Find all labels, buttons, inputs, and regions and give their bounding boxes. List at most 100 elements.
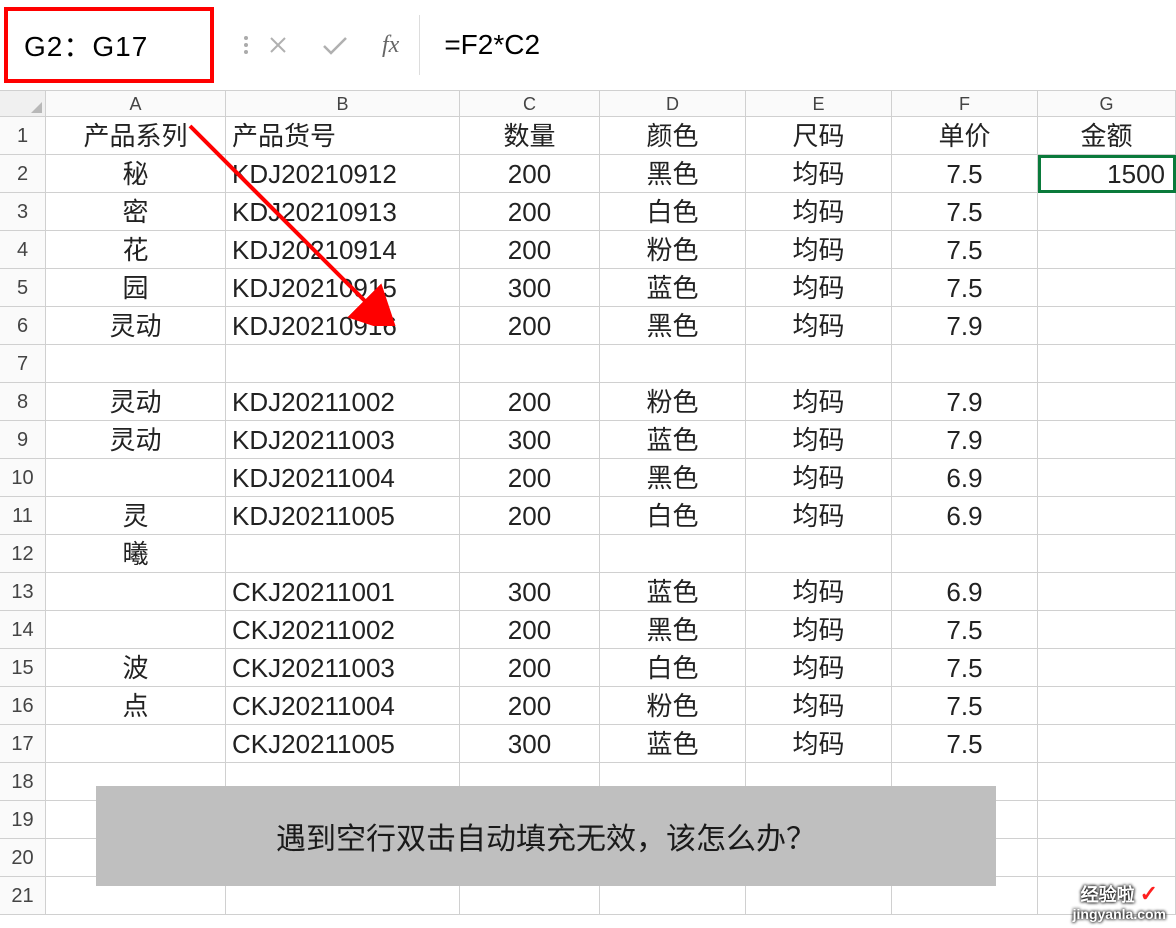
cell-F3[interactable]: 7.5 — [892, 193, 1038, 231]
row-header[interactable]: 20 — [0, 839, 46, 877]
cell-D1[interactable]: 颜色 — [600, 117, 746, 155]
cell-C9[interactable]: 300 — [460, 421, 600, 459]
formula-input[interactable] — [444, 29, 1176, 61]
cell-G19[interactable] — [1038, 801, 1176, 839]
row-header[interactable]: 14 — [0, 611, 46, 649]
cell-D10[interactable]: 黑色 — [600, 459, 746, 497]
cell-A6[interactable]: 灵动 — [46, 307, 226, 345]
cell-A11[interactable]: 灵 — [46, 497, 226, 535]
cell-G18[interactable] — [1038, 763, 1176, 801]
row-header[interactable]: 21 — [0, 877, 46, 915]
cancel-icon[interactable] — [268, 35, 288, 55]
cell-D13[interactable]: 蓝色 — [600, 573, 746, 611]
cell-G14[interactable] — [1038, 611, 1176, 649]
cell-A8[interactable]: 灵动 — [46, 383, 226, 421]
cell-A7[interactable] — [46, 345, 226, 383]
row-header[interactable]: 12 — [0, 535, 46, 573]
row-header[interactable]: 15 — [0, 649, 46, 687]
cell-F11[interactable]: 6.9 — [892, 497, 1038, 535]
cell-F2[interactable]: 7.5 — [892, 155, 1038, 193]
cell-D7[interactable] — [600, 345, 746, 383]
cell-C11[interactable]: 200 — [460, 497, 600, 535]
cell-F9[interactable]: 7.9 — [892, 421, 1038, 459]
cell-F15[interactable]: 7.5 — [892, 649, 1038, 687]
cell-B16[interactable]: CKJ20211004 — [226, 687, 460, 725]
cell-A1[interactable]: 产品系列 — [46, 117, 226, 155]
cell-B5[interactable]: KDJ20210915 — [226, 269, 460, 307]
cell-C1[interactable]: 数量 — [460, 117, 600, 155]
row-header[interactable]: 16 — [0, 687, 46, 725]
cell-F16[interactable]: 7.5 — [892, 687, 1038, 725]
cell-G3[interactable] — [1038, 193, 1176, 231]
cell-B7[interactable] — [226, 345, 460, 383]
cell-A17[interactable] — [46, 725, 226, 763]
cell-D5[interactable]: 蓝色 — [600, 269, 746, 307]
cell-B2[interactable]: KDJ20210912 — [226, 155, 460, 193]
row-header[interactable]: 2 — [0, 155, 46, 193]
cell-A5[interactable]: 园 — [46, 269, 226, 307]
cell-F10[interactable]: 6.9 — [892, 459, 1038, 497]
cell-B11[interactable]: KDJ20211005 — [226, 497, 460, 535]
row-header[interactable]: 13 — [0, 573, 46, 611]
cell-D6[interactable]: 黑色 — [600, 307, 746, 345]
cell-F1[interactable]: 单价 — [892, 117, 1038, 155]
cell-F4[interactable]: 7.5 — [892, 231, 1038, 269]
cell-F14[interactable]: 7.5 — [892, 611, 1038, 649]
row-header[interactable]: 8 — [0, 383, 46, 421]
cell-G11[interactable] — [1038, 497, 1176, 535]
cell-E3[interactable]: 均码 — [746, 193, 892, 231]
cell-F8[interactable]: 7.9 — [892, 383, 1038, 421]
cell-E11[interactable]: 均码 — [746, 497, 892, 535]
cell-B15[interactable]: CKJ20211003 — [226, 649, 460, 687]
cell-A14[interactable] — [46, 611, 226, 649]
cell-B6[interactable]: KDJ20210916 — [226, 307, 460, 345]
cell-G16[interactable] — [1038, 687, 1176, 725]
cell-A16[interactable]: 点 — [46, 687, 226, 725]
cell-B9[interactable]: KDJ20211003 — [226, 421, 460, 459]
cell-C17[interactable]: 300 — [460, 725, 600, 763]
row-header[interactable]: 10 — [0, 459, 46, 497]
cell-E14[interactable]: 均码 — [746, 611, 892, 649]
cell-G7[interactable] — [1038, 345, 1176, 383]
cell-A15[interactable]: 波 — [46, 649, 226, 687]
cell-D14[interactable]: 黑色 — [600, 611, 746, 649]
row-header[interactable]: 4 — [0, 231, 46, 269]
cell-C10[interactable]: 200 — [460, 459, 600, 497]
cell-D3[interactable]: 白色 — [600, 193, 746, 231]
row-header[interactable]: 11 — [0, 497, 46, 535]
cell-E13[interactable]: 均码 — [746, 573, 892, 611]
cell-C15[interactable]: 200 — [460, 649, 600, 687]
cell-C2[interactable]: 200 — [460, 155, 600, 193]
name-box[interactable] — [24, 29, 210, 61]
col-header-E[interactable]: E — [746, 91, 892, 117]
cell-B10[interactable]: KDJ20211004 — [226, 459, 460, 497]
cell-E10[interactable]: 均码 — [746, 459, 892, 497]
cell-G12[interactable] — [1038, 535, 1176, 573]
cell-C5[interactable]: 300 — [460, 269, 600, 307]
cell-D12[interactable] — [600, 535, 746, 573]
cell-F12[interactable] — [892, 535, 1038, 573]
cell-D17[interactable]: 蓝色 — [600, 725, 746, 763]
row-header[interactable]: 3 — [0, 193, 46, 231]
cell-B8[interactable]: KDJ20211002 — [226, 383, 460, 421]
cell-G2[interactable]: 1500 — [1038, 155, 1176, 193]
cell-G8[interactable] — [1038, 383, 1176, 421]
cell-A3[interactable]: 密 — [46, 193, 226, 231]
cell-A2[interactable]: 秘 — [46, 155, 226, 193]
cell-E2[interactable]: 均码 — [746, 155, 892, 193]
col-header-D[interactable]: D — [600, 91, 746, 117]
cell-A4[interactable]: 花 — [46, 231, 226, 269]
col-header-B[interactable]: B — [226, 91, 460, 117]
cell-D9[interactable]: 蓝色 — [600, 421, 746, 459]
col-header-F[interactable]: F — [892, 91, 1038, 117]
cell-E5[interactable]: 均码 — [746, 269, 892, 307]
cell-B12[interactable] — [226, 535, 460, 573]
cell-G15[interactable] — [1038, 649, 1176, 687]
cell-F6[interactable]: 7.9 — [892, 307, 1038, 345]
cell-F13[interactable]: 6.9 — [892, 573, 1038, 611]
cell-C7[interactable] — [460, 345, 600, 383]
cell-A12[interactable]: 曦 — [46, 535, 226, 573]
cell-B4[interactable]: KDJ20210914 — [226, 231, 460, 269]
cell-E7[interactable] — [746, 345, 892, 383]
cell-G10[interactable] — [1038, 459, 1176, 497]
